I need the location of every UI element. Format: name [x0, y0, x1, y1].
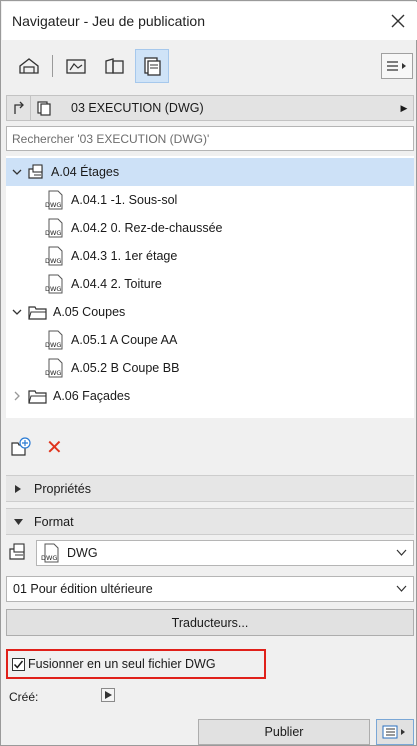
svg-text:DWG: DWG: [45, 285, 61, 293]
subset-folder-icon: [28, 164, 43, 179]
dwg-file-icon: DWG: [45, 218, 63, 238]
tree-item-a043[interactable]: DWG A.04.3 1. 1er étage: [6, 242, 414, 270]
dwg-file-icon: DWG: [45, 246, 63, 266]
dwg-file-icon: DWG: [45, 358, 63, 378]
format-section-header[interactable]: Format: [6, 508, 414, 535]
tree-item-label: A.04.3 1. 1er étage: [71, 249, 178, 263]
section-title: Format: [34, 514, 74, 529]
publisher-set-selector[interactable]: 03 EXECUTION (DWG) ▶: [6, 95, 414, 121]
tree-actions: ✕: [10, 435, 63, 461]
tree-item-a051[interactable]: DWG A.05.1 A Coupe AA: [6, 326, 414, 354]
subset-format-icon: [9, 542, 29, 565]
triangle-right-icon: [14, 484, 24, 493]
chevron-right-icon[interactable]: [10, 391, 24, 401]
list-options-icon: [382, 725, 405, 739]
section-title: Propriétés: [34, 481, 91, 496]
tree-item-a052[interactable]: DWG A.05.2 B Coupe BB: [6, 354, 414, 382]
svg-text:DWG: DWG: [45, 369, 61, 377]
tree-item-label: A.05.1 A Coupe AA: [71, 333, 178, 347]
search-placeholder: Rechercher '03 EXECUTION (DWG)': [12, 131, 210, 146]
menu-icon: [387, 61, 406, 71]
tree-item-a041[interactable]: DWG A.04.1 -1. Sous-sol: [6, 186, 414, 214]
folder-icon: [28, 306, 47, 320]
merge-dwg-option[interactable]: Fusionner en un seul fichier DWG: [6, 649, 266, 679]
file-type-value: DWG: [67, 546, 98, 560]
format-type-row: DWG DWG: [6, 539, 414, 567]
delete-button[interactable]: ✕: [46, 438, 63, 458]
new-item-icon: [11, 436, 31, 456]
title-bar: Navigateur - Jeu de publication: [2, 2, 417, 40]
publish-options-button[interactable]: [376, 719, 414, 745]
chevron-down-icon[interactable]: [10, 307, 24, 317]
created-label: Créé:: [9, 690, 39, 704]
navigator-window: Navigateur - Jeu de publication 03 EXECU…: [0, 0, 417, 746]
publisher-sets-icon: [144, 57, 161, 76]
toolbar-separator: [52, 55, 53, 77]
tree-item-a042[interactable]: DWG A.04.2 0. Rez-de-chaussée: [6, 214, 414, 242]
publish-button[interactable]: Publier: [198, 719, 370, 745]
created-expand-button[interactable]: [101, 688, 115, 702]
svg-text:DWG: DWG: [45, 201, 61, 209]
layout-book-button[interactable]: [97, 49, 131, 83]
translator-preset-dropdown[interactable]: 01 Pour édition ultérieure: [6, 576, 414, 602]
dwg-file-icon: DWG: [45, 190, 63, 210]
publisher-set-name: 03 EXECUTION (DWG): [71, 101, 204, 115]
chevron-right-icon: ▶: [400, 102, 408, 113]
chevron-down-icon[interactable]: [10, 167, 24, 177]
tree-item-label: A.04.1 -1. Sous-sol: [71, 193, 178, 207]
tree-folder-label: A.04 Étages: [51, 165, 120, 179]
new-item-button[interactable]: [10, 436, 32, 460]
play-icon: [104, 691, 112, 699]
navigator-mode-bar: [2, 47, 417, 85]
house-icon: [19, 58, 39, 74]
dwg-file-icon: DWG: [41, 543, 59, 563]
close-icon: [391, 14, 405, 28]
window-title: Navigateur - Jeu de publication: [12, 13, 206, 29]
go-up-arrow-icon: [13, 101, 24, 114]
search-input[interactable]: Rechercher '03 EXECUTION (DWG)': [6, 126, 414, 151]
go-up-button[interactable]: [7, 96, 31, 120]
chevron-down-icon: [396, 547, 407, 561]
publisher-set-icon: [31, 96, 57, 120]
tree-folder-a05[interactable]: A.05 Coupes: [6, 298, 414, 326]
merge-checkbox-label: Fusionner en un seul fichier DWG: [28, 657, 216, 671]
navigator-menu-button[interactable]: [381, 53, 413, 79]
project-map-button[interactable]: [12, 49, 46, 83]
tree-folder-label: A.05 Coupes: [53, 305, 126, 319]
merge-checkbox[interactable]: [12, 657, 25, 671]
tree-folder-label: A.06 Façades: [53, 389, 131, 403]
translator-preset-value: 01 Pour édition ultérieure: [13, 582, 153, 596]
svg-text:DWG: DWG: [45, 257, 61, 265]
dwg-file-icon: DWG: [45, 330, 63, 350]
tree-item-label: A.04.2 0. Rez-de-chaussée: [71, 221, 223, 235]
tree-item-a044[interactable]: DWG A.04.4 2. Toiture: [6, 270, 414, 298]
close-button[interactable]: [385, 8, 411, 34]
translators-button-label: Traducteurs...: [171, 615, 249, 630]
dwg-file-icon: DWG: [45, 274, 63, 294]
properties-section-header[interactable]: Propriétés: [6, 475, 414, 502]
tree-item-label: A.04.4 2. Toiture: [71, 277, 162, 291]
view-map-icon: [66, 59, 86, 74]
svg-text:DWG: DWG: [45, 229, 61, 237]
translators-button[interactable]: Traducteurs...: [6, 609, 414, 636]
svg-text:DWG: DWG: [45, 341, 61, 349]
triangle-down-icon: [14, 518, 24, 526]
publisher-tree: A.04 Étages DWG A.04.1 -1. Sous-sol DWG …: [6, 156, 414, 418]
tree-folder-a04[interactable]: A.04 Étages: [6, 158, 414, 186]
view-map-button[interactable]: [59, 49, 93, 83]
file-type-dropdown[interactable]: DWG DWG: [36, 540, 414, 566]
delete-icon: ✕: [46, 437, 63, 459]
publish-button-label: Publier: [264, 725, 304, 739]
tree-item-label: A.05.2 B Coupe BB: [71, 361, 180, 375]
folder-icon: [28, 390, 47, 404]
chevron-down-icon: [396, 583, 407, 597]
layout-book-icon: [105, 58, 124, 74]
svg-text:DWG: DWG: [41, 554, 57, 562]
publisher-sets-button[interactable]: [135, 49, 169, 83]
created-row: Créé:: [9, 687, 38, 707]
checkmark-icon: [13, 660, 24, 669]
tree-folder-a06[interactable]: A.06 Façades: [6, 382, 414, 410]
